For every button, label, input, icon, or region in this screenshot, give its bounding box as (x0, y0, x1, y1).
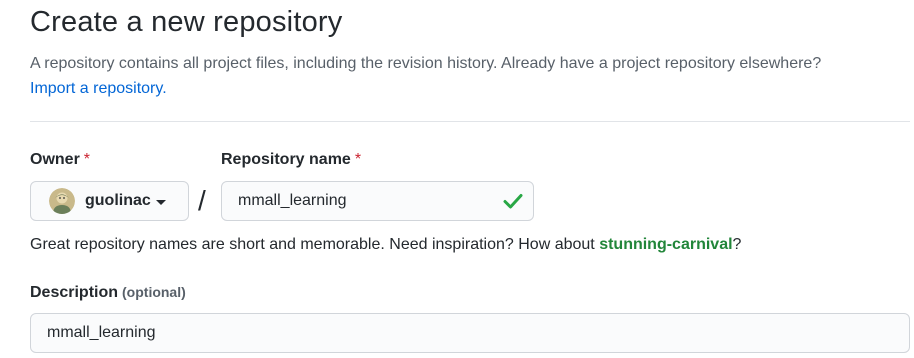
owner-label-text: Owner (30, 151, 80, 168)
owner-dropdown-button[interactable]: guolinac (30, 181, 189, 221)
description-optional-note: (optional) (122, 284, 186, 300)
repository-name-label-text: Repository name (221, 151, 351, 168)
create-repository-page: Create a new repository A repository con… (0, 0, 914, 358)
hint-suffix: ? (732, 236, 742, 253)
page-subtitle: A repository contains all project files,… (30, 51, 910, 101)
owner-label: Owner * (30, 151, 90, 169)
chevron-down-icon (155, 199, 166, 205)
owner-repo-separator: / (198, 185, 206, 216)
user-avatar-icon (49, 188, 75, 214)
import-repository-link[interactable]: Import a repository. (30, 80, 167, 97)
repository-name-hint: Great repository names are short and mem… (30, 236, 741, 254)
description-label: Description (optional) (30, 284, 186, 302)
name-suggestion-link[interactable]: stunning-carnival (599, 236, 732, 253)
repository-name-label: Repository name * (221, 151, 361, 169)
hint-text: Great repository names are short and mem… (30, 236, 600, 253)
repository-required-mark: * (354, 151, 362, 168)
description-input[interactable] (30, 313, 910, 353)
repository-name-input[interactable] (221, 181, 534, 221)
page-title: Create a new repository (30, 6, 343, 38)
owner-required-mark: * (83, 151, 91, 168)
divider (30, 121, 910, 122)
subtitle-text: A repository contains all project files,… (30, 55, 822, 72)
owner-name: guolinac (85, 192, 151, 209)
check-icon (503, 194, 523, 209)
description-label-text: Description (30, 284, 119, 301)
